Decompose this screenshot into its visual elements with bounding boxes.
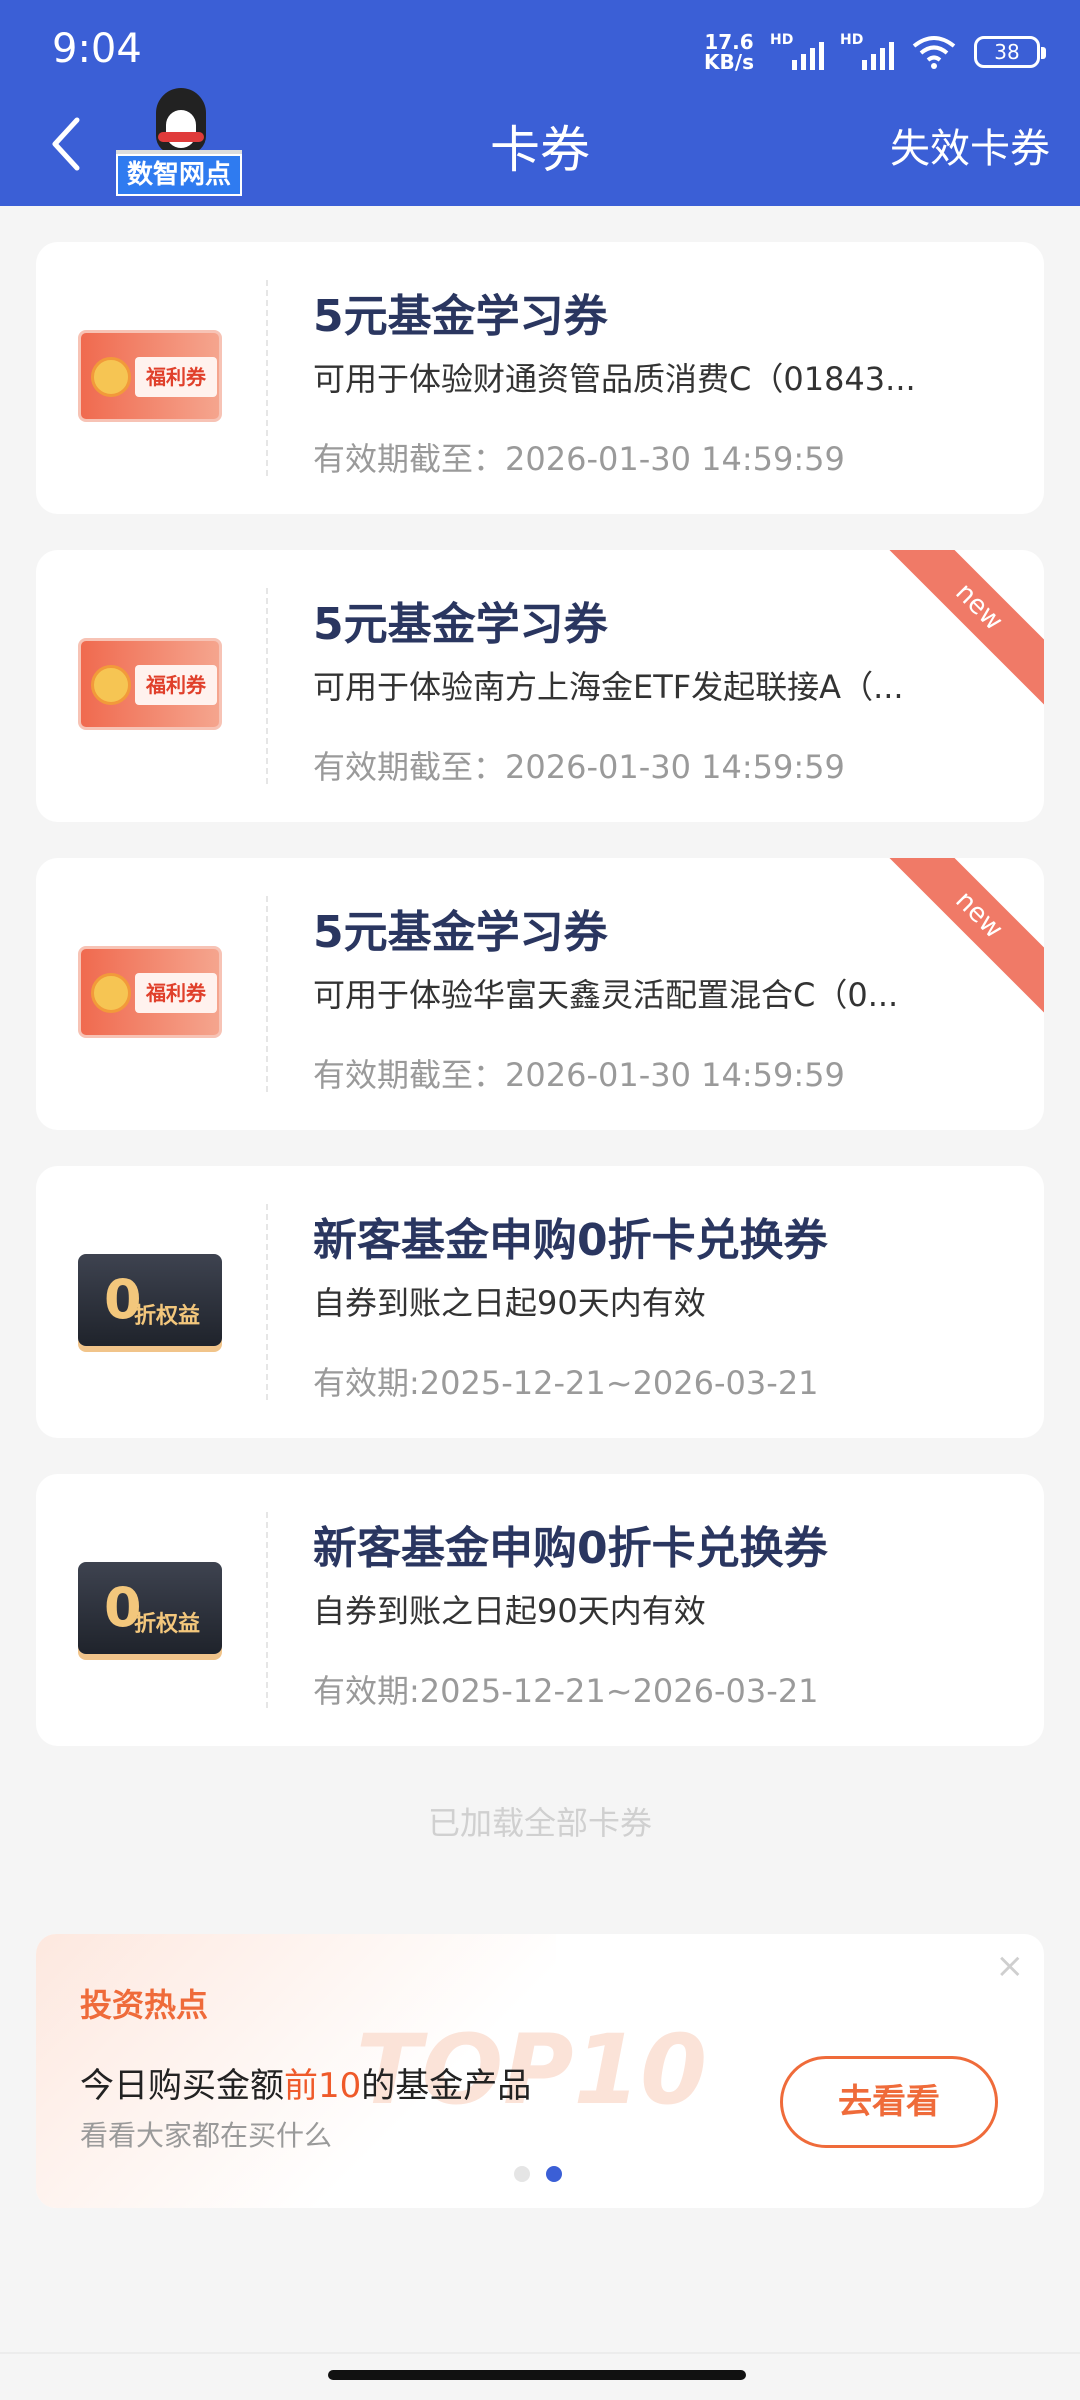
wifi-icon (912, 36, 956, 69)
go-see-button[interactable]: 去看看 (780, 2056, 998, 2148)
coupon-title: 5元基金学习券 (313, 599, 608, 650)
close-icon[interactable]: × (996, 1946, 1025, 1986)
welfare-coupon-thumbnail: 福利券 (78, 330, 222, 422)
zero-fee-coupon-thumbnail: 0 折权益 (78, 1254, 222, 1346)
status-icons: 17.6 KB/s HD HD 38 (704, 30, 1046, 74)
coupon-title: 新客基金申购0折卡兑换券 (313, 1215, 828, 1266)
coupon-card[interactable]: 福利券 5元基金学习券 可用于体验财通资管品质消费C（01843... 有效期截… (36, 242, 1044, 514)
coupon-description: 可用于体验财通资管品质消费C（01843... (313, 360, 916, 398)
coupon-card[interactable]: 0 折权益 新客基金申购0折卡兑换券 自券到账之日起90天内有效 有效期:202… (36, 1474, 1044, 1746)
signal-icon: HD (770, 32, 824, 72)
expired-coupons-link[interactable]: 失效卡券 (890, 116, 1050, 174)
coupon-description: 可用于体验华富天鑫灵活配置混合C（0... (313, 976, 899, 1014)
coupon-validity: 有效期截至：2026-01-30 14:59:59 (313, 1056, 845, 1094)
battery-icon: 38 (974, 36, 1046, 68)
divider (266, 1512, 268, 1708)
coupon-validity: 有效期截至：2026-01-30 14:59:59 (313, 440, 845, 478)
coin-icon (91, 357, 131, 397)
divider (266, 896, 268, 1092)
coin-icon (91, 665, 131, 705)
coupon-validity: 有效期:2025-12-21~2026-03-21 (313, 1672, 819, 1710)
carousel-dot-active[interactable] (546, 2166, 562, 2182)
divider (266, 1204, 268, 1400)
coupon-title: 5元基金学习券 (313, 291, 608, 342)
all-loaded-text: 已加载全部卡券 (427, 1804, 652, 1842)
coupon-title: 5元基金学习券 (313, 907, 608, 958)
divider (266, 280, 268, 476)
welfare-coupon-thumbnail: 福利券 (78, 638, 222, 730)
coupon-description: 可用于体验南方上海金ETF发起联接A（... (313, 668, 904, 706)
promo-banner[interactable]: TOP10 × 投资热点 今日购买金额前10的基金产品 看看大家都在买什么 去看… (36, 1934, 1044, 2208)
coupon-title: 新客基金申购0折卡兑换券 (313, 1523, 828, 1574)
welfare-coupon-thumbnail: 福利券 (78, 946, 222, 1038)
promo-category: 投资热点 (80, 1986, 209, 2024)
coupon-card[interactable]: 福利券 5元基金学习券 可用于体验南方上海金ETF发起联接A（... 有效期截至… (36, 550, 1044, 822)
promo-subtitle: 看看大家都在买什么 (80, 2119, 333, 2152)
coupon-description: 自券到账之日起90天内有效 (313, 1284, 706, 1322)
promo-headline: 今日购买金额前10的基金产品 (80, 2066, 532, 2106)
divider (266, 588, 268, 784)
coupon-validity: 有效期:2025-12-21~2026-03-21 (313, 1364, 819, 1402)
carousel-dots (514, 2166, 562, 2182)
signal-icon: HD (840, 32, 894, 72)
coupon-card[interactable]: 0 折权益 新客基金申购0折卡兑换券 自券到账之日起90天内有效 有效期:202… (36, 1166, 1044, 1438)
carousel-dot[interactable] (514, 2166, 530, 2182)
zero-fee-coupon-thumbnail: 0 折权益 (78, 1562, 222, 1654)
network-speed: 17.6 KB/s (704, 30, 754, 74)
coupon-description: 自券到账之日起90天内有效 (313, 1592, 706, 1630)
home-indicator[interactable] (328, 2370, 746, 2380)
status-time: 9:04 (52, 26, 142, 72)
coupon-card[interactable]: 福利券 5元基金学习券 可用于体验华富天鑫灵活配置混合C（0... 有效期截至：… (36, 858, 1044, 1130)
app-header: 9:04 17.6 KB/s HD HD 38 数智网点 卡券 失效卡券 (0, 0, 1080, 206)
coupon-validity: 有效期截至：2026-01-30 14:59:59 (313, 748, 845, 786)
coin-icon (91, 973, 131, 1013)
